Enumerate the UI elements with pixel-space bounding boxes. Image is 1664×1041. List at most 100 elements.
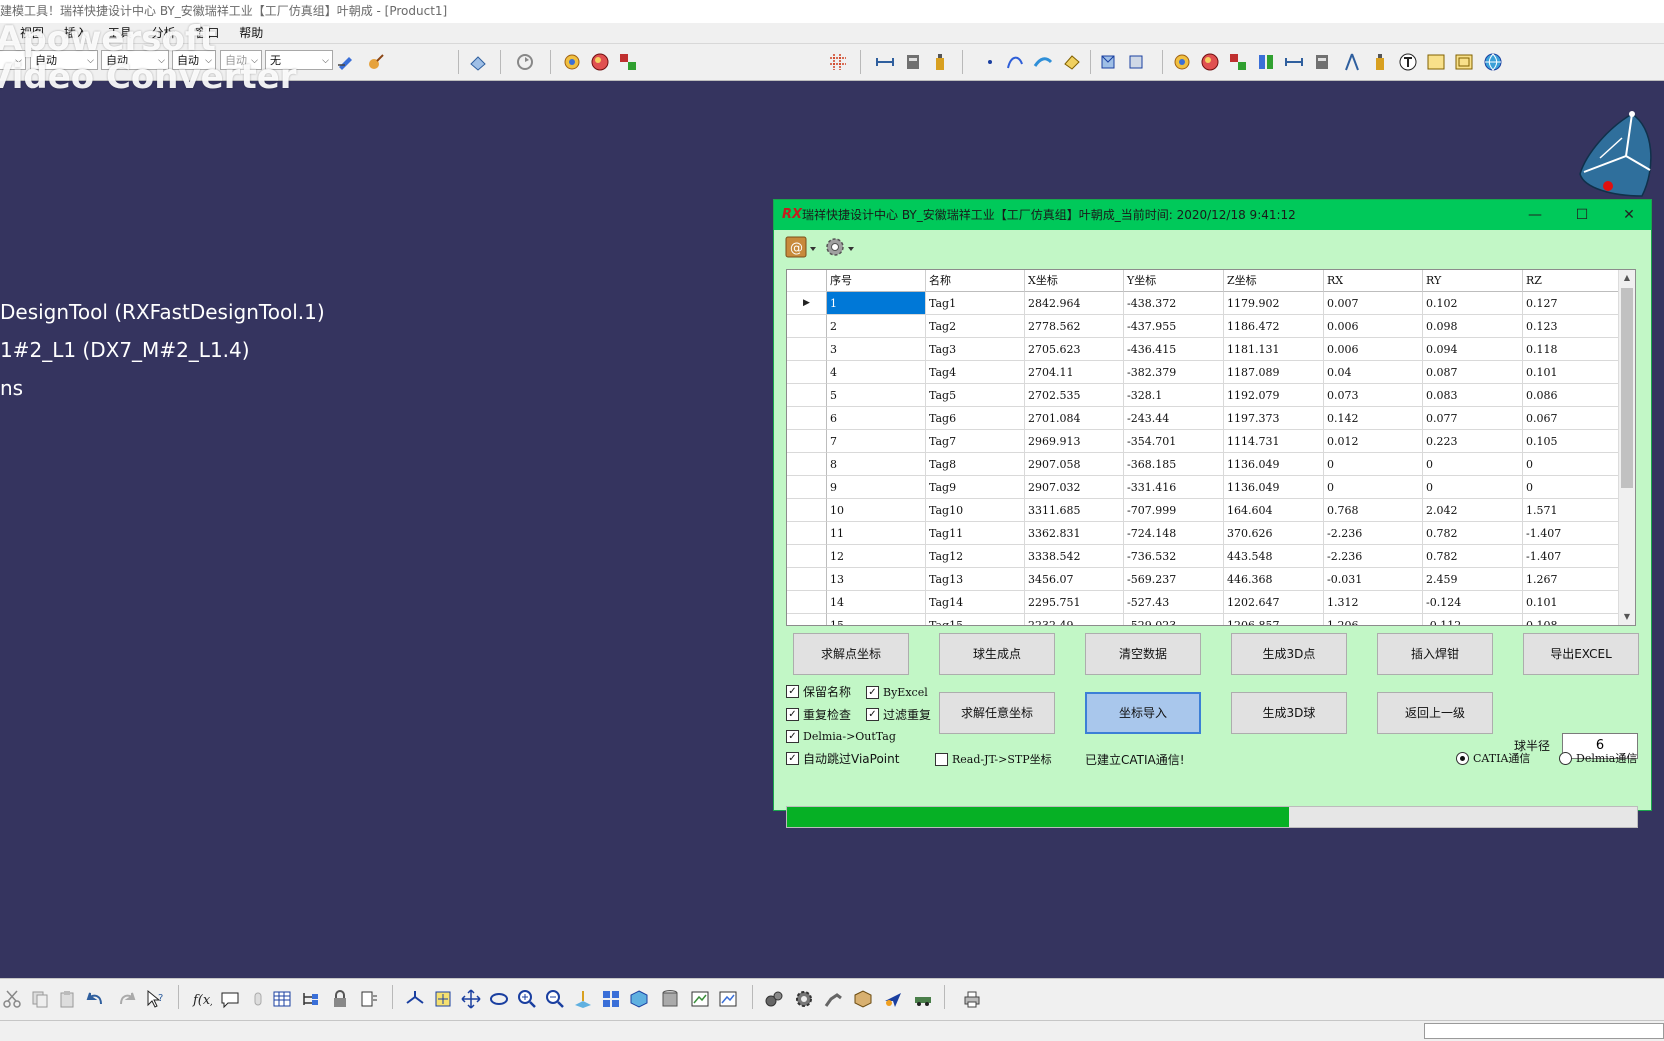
row-header[interactable]	[787, 499, 827, 522]
delmia-outtag-checkbox[interactable]: ✓ Delmia->OutTag	[786, 729, 896, 745]
cell-rz[interactable]: 1.267	[1523, 568, 1621, 591]
cell-name[interactable]: Tag8	[926, 453, 1025, 476]
catia-comm-radio[interactable]: CATIA通信	[1456, 751, 1530, 767]
tree-node-dx7[interactable]: 1#2_L1 (DX7_M#2_L1.4)	[0, 338, 250, 362]
row-header[interactable]	[787, 522, 827, 545]
cell-x[interactable]: 3311.685	[1025, 499, 1124, 522]
cell-rx[interactable]: 0.006	[1324, 338, 1423, 361]
plane-tool-icon[interactable]	[883, 989, 903, 1009]
cell-ry[interactable]: 0.782	[1423, 545, 1523, 568]
cell-ry[interactable]: 0	[1423, 453, 1523, 476]
row-header[interactable]	[787, 591, 827, 614]
cell-ry[interactable]: 2.042	[1423, 499, 1523, 522]
cell-ry[interactable]: -0.112	[1423, 614, 1523, 625]
cell-rz[interactable]: 0.101	[1523, 361, 1621, 384]
cell-rz[interactable]: -1.407	[1523, 545, 1621, 568]
surface-icon[interactable]	[1033, 52, 1053, 72]
cell-ry[interactable]: 0.083	[1423, 384, 1523, 407]
cell-rx[interactable]: 0.073	[1324, 384, 1423, 407]
cell-index[interactable]: 9	[827, 476, 926, 499]
cell-index[interactable]: 4	[827, 361, 926, 384]
inertia-icon[interactable]	[903, 52, 923, 72]
cell-y[interactable]: -331.416	[1124, 476, 1224, 499]
cell-ry[interactable]: 0.077	[1423, 407, 1523, 430]
coordinates-table[interactable]: 序号 名称 X坐标 Y坐标 Z坐标 RX RY RZ ▶ 1 Tag1 2842.96…	[786, 269, 1636, 626]
gear-star-icon-2[interactable]	[1172, 52, 1192, 72]
scroll-up-icon[interactable]: ▲	[1619, 270, 1635, 286]
auto-skip-viapoint-checkbox[interactable]: ✓ 自动跳过ViaPoint	[786, 751, 899, 767]
column-header-ry[interactable]: RY	[1423, 270, 1523, 292]
cell-index[interactable]: 5	[827, 384, 926, 407]
cell-index[interactable]: 15	[827, 614, 926, 625]
cell-name[interactable]: Tag1	[926, 292, 1025, 315]
solve-point-coords-button[interactable]: 求解点坐标	[793, 633, 909, 675]
undo-icon[interactable]	[86, 989, 106, 1009]
cell-rx[interactable]: 0	[1324, 453, 1423, 476]
row-header[interactable]	[787, 315, 827, 338]
cell-z[interactable]: 1206.857	[1224, 614, 1324, 625]
contact-dropdown-icon[interactable]: @	[784, 235, 818, 259]
cell-x[interactable]: 2705.623	[1025, 338, 1124, 361]
column-header-rx[interactable]: RX	[1324, 270, 1423, 292]
cell-x[interactable]: 2295.751	[1025, 591, 1124, 614]
product-icon[interactable]	[1126, 52, 1146, 72]
row-header[interactable]	[787, 338, 827, 361]
read-jt-stp-checkbox[interactable]: Read-JT->STP坐标	[935, 752, 1052, 768]
comment-icon[interactable]	[220, 989, 240, 1009]
cell-ry[interactable]: 0.782	[1423, 522, 1523, 545]
point-icon[interactable]	[980, 52, 1000, 72]
tree-icon[interactable]	[300, 989, 320, 1009]
table-row[interactable]: 5 Tag5 2702.535 -328.1 1192.079 0.073 0.083 0.0…	[787, 384, 1621, 407]
table-row[interactable]: ▶ 1 Tag1 2842.964 -438.372 1179.902 0.007 0.102…	[787, 292, 1621, 315]
filter-duplicate-checkbox[interactable]: ✓ 过滤重复	[866, 707, 931, 723]
cell-index[interactable]: 2	[827, 315, 926, 338]
cell-name[interactable]: Tag15	[926, 614, 1025, 625]
generate-3d-sphere-button[interactable]: 生成3D球	[1231, 692, 1347, 734]
cell-y[interactable]: -527.43	[1124, 591, 1224, 614]
row-header[interactable]	[787, 453, 827, 476]
print-icon[interactable]	[962, 989, 982, 1009]
cell-y[interactable]: -707.999	[1124, 499, 1224, 522]
cell-x[interactable]: 3362.831	[1025, 522, 1124, 545]
pan-icon[interactable]	[461, 989, 481, 1009]
redo-icon[interactable]	[116, 989, 136, 1009]
brush-icon[interactable]	[365, 52, 385, 72]
zoom-in-icon[interactable]	[517, 989, 537, 1009]
row-header[interactable]	[787, 568, 827, 591]
cell-rz[interactable]: 0.127	[1523, 292, 1621, 315]
assembly-icon[interactable]	[618, 52, 638, 72]
knowledge-icon[interactable]	[358, 989, 378, 1009]
solve-any-coords-button[interactable]: 求解任意坐标	[939, 692, 1055, 734]
import-coords-button[interactable]: 坐标导入	[1085, 692, 1201, 734]
cell-rz[interactable]: 0.067	[1523, 407, 1621, 430]
cell-z[interactable]: 443.548	[1224, 545, 1324, 568]
table-icon[interactable]	[272, 989, 292, 1009]
sphere-icon[interactable]	[590, 52, 610, 72]
table-row[interactable]: 10 Tag10 3311.685 -707.999 164.604 0.768 2.042…	[787, 499, 1621, 522]
cell-x[interactable]: 2778.562	[1025, 315, 1124, 338]
cell-index[interactable]: 14	[827, 591, 926, 614]
cell-rx[interactable]: -2.236	[1324, 522, 1423, 545]
cell-rz[interactable]: -1.407	[1523, 522, 1621, 545]
cell-rx[interactable]: 0.04	[1324, 361, 1423, 384]
cell-x[interactable]: 2701.084	[1025, 407, 1124, 430]
multi-view-icon[interactable]	[601, 989, 621, 1009]
cell-rz[interactable]: 0	[1523, 453, 1621, 476]
cell-x[interactable]: 2232.49	[1025, 614, 1124, 625]
clear-data-button[interactable]: 清空数据	[1085, 633, 1201, 675]
vehicle-icon[interactable]	[913, 989, 933, 1009]
table-row[interactable]: 14 Tag14 2295.751 -527.43 1202.647 1.312 -0.12…	[787, 591, 1621, 614]
sphere-icon-2[interactable]	[1200, 52, 1220, 72]
tree-node-designtool[interactable]: DesignTool (RXFastDesignTool.1)	[0, 300, 325, 324]
shading-icon[interactable]	[660, 989, 680, 1009]
swap-visible-icon[interactable]	[718, 989, 738, 1009]
column-header-y[interactable]: Y坐标	[1124, 270, 1224, 292]
paste-icon[interactable]	[57, 989, 77, 1009]
settings-dropdown-icon[interactable]	[822, 235, 856, 259]
delmia-comm-radio[interactable]: Delmia通信	[1559, 751, 1637, 767]
cell-rx[interactable]: 0.768	[1324, 499, 1423, 522]
table-row[interactable]: 2 Tag2 2778.562 -437.955 1186.472 0.006 0.098 0…	[787, 315, 1621, 338]
gear-icon[interactable]	[794, 989, 814, 1009]
cell-rx[interactable]: 1.206	[1324, 614, 1423, 625]
fit-all-icon[interactable]	[433, 989, 453, 1009]
